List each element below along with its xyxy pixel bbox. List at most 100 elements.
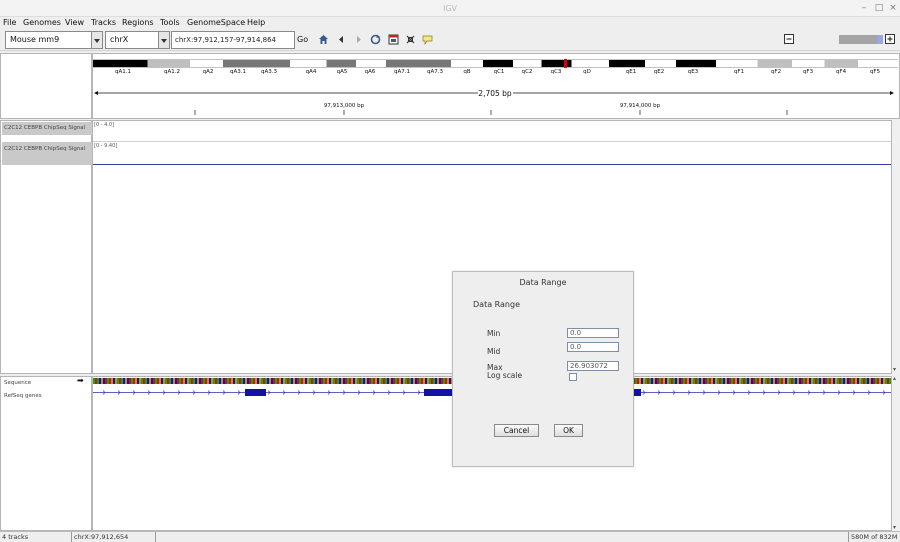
status-message xyxy=(156,532,849,542)
ideogram-band[interactable] xyxy=(93,60,148,67)
ideogram-band-label: qA1.2 xyxy=(164,69,180,75)
track-name[interactable]: C2C12 CEBPB ChipSeq Signal xyxy=(2,142,92,165)
ideogram-band[interactable] xyxy=(451,60,483,67)
header-name-panel xyxy=(0,53,92,119)
go-button[interactable]: Go xyxy=(297,35,308,44)
data-range-dialog: Data Range Data Range Min 0.0 Mid 0.0 Ma… xyxy=(452,271,634,467)
resize-window-icon[interactable] xyxy=(388,34,399,45)
menu-genomes[interactable]: Genomes xyxy=(23,18,61,27)
min-input[interactable]: 0.0 xyxy=(567,328,619,338)
toolbar: Mouse mm9 chrX chrX:97,912,157-97,914,86… xyxy=(0,29,900,51)
log-scale-label: Log scale xyxy=(487,371,523,380)
ideogram-band[interactable] xyxy=(676,60,716,67)
ideogram-band[interactable] xyxy=(483,60,513,67)
ideogram-band-label: qA7.3 xyxy=(427,69,444,75)
gene-exon[interactable] xyxy=(245,389,266,396)
ok-button[interactable]: OK xyxy=(554,424,583,437)
ideogram-and-ruler[interactable]: qA1.1 qA1.2 qA2 qA3.1 qA3.3 qA4 qA5 qA6 qA7.1 qA7… xyxy=(93,54,899,118)
mid-label: Mid xyxy=(487,347,501,356)
chromosome-select[interactable]: chrX xyxy=(105,31,170,49)
ideogram-band[interactable] xyxy=(716,60,758,67)
menu-tools[interactable]: Tools xyxy=(160,18,180,27)
dialog-title: Data Range xyxy=(519,278,567,287)
strand-arrow-icon[interactable]: ➡ xyxy=(77,376,84,385)
status-bar: 4 tracks chrX:97,912,654 580M of 832M xyxy=(0,531,900,542)
chevron-down-icon[interactable] xyxy=(158,31,170,49)
genome-select-value: Mouse mm9 xyxy=(10,35,60,44)
ideogram-band-label: qB xyxy=(463,69,470,75)
gene-exon[interactable] xyxy=(424,389,454,396)
ideogram-band-label: qF4 xyxy=(836,69,847,75)
ideogram-band[interactable] xyxy=(253,60,291,67)
menu-tracks[interactable]: Tracks xyxy=(91,18,116,27)
ideogram-band[interactable] xyxy=(571,60,610,67)
current-region-marker xyxy=(564,59,567,68)
ideogram-band-label: qA5 xyxy=(337,69,348,75)
ideogram-band[interactable] xyxy=(356,60,386,67)
menu-file[interactable]: File xyxy=(3,18,16,27)
ideogram-band[interactable] xyxy=(645,60,676,67)
refresh-icon[interactable] xyxy=(370,34,381,45)
chevron-down-icon[interactable] xyxy=(91,31,103,49)
log-scale-checkbox[interactable] xyxy=(569,373,577,381)
memory-usage: 580M of 832M xyxy=(851,533,898,541)
ideogram-band-label: qA2 xyxy=(203,69,214,75)
genome-select[interactable]: Mouse mm9 xyxy=(5,31,103,49)
home-icon[interactable] xyxy=(318,34,329,45)
window-title: IGV xyxy=(442,4,458,13)
ideogram-band[interactable] xyxy=(290,60,327,67)
ideogram-band-label: qC3 xyxy=(551,69,562,75)
back-arrow-icon[interactable] xyxy=(336,34,347,45)
scroll-up-icon[interactable]: ▴ xyxy=(893,375,896,382)
ideogram-band[interactable] xyxy=(609,60,645,67)
menu-regions[interactable]: Regions xyxy=(122,18,154,27)
ideogram-band-label: qA7.1 xyxy=(394,69,410,75)
mid-input[interactable]: 0.0 xyxy=(567,342,619,352)
ideogram-band-label: qA6 xyxy=(365,69,376,75)
max-input[interactable]: 26.903072 xyxy=(567,361,619,371)
ideogram-band-label: qC1 xyxy=(494,69,505,75)
ideogram-band-label: qE1 xyxy=(626,69,636,75)
locus-input[interactable]: chrX:97,912,157-97,914,864 xyxy=(171,31,295,49)
popup-info-icon[interactable] xyxy=(422,34,433,45)
ideogram-band[interactable] xyxy=(147,60,191,67)
ideogram-band[interactable] xyxy=(858,60,899,67)
data-panel-scrollbar[interactable]: ▾ xyxy=(892,120,900,374)
scroll-down-icon[interactable]: ▾ xyxy=(893,366,896,373)
scroll-down-icon[interactable]: ▾ xyxy=(893,524,896,531)
ruler-tick-label: 97,914,000 bp xyxy=(620,103,661,109)
ideogram-band[interactable] xyxy=(513,60,542,67)
ideogram-band[interactable] xyxy=(792,60,825,67)
ideogram-band-label: qF3 xyxy=(803,69,814,75)
cancel-button[interactable]: Cancel xyxy=(494,424,539,437)
menu-help[interactable]: Help xyxy=(247,18,265,27)
ideogram-band[interactable] xyxy=(824,60,859,67)
ideogram-band-label: qA1.1 xyxy=(115,69,131,75)
menu-genomespace[interactable]: GenomeSpace xyxy=(187,18,245,27)
cursor-position: chrX:97,912,654 xyxy=(72,532,156,542)
ideogram-band[interactable] xyxy=(757,60,793,67)
menu-view[interactable]: View xyxy=(65,18,84,27)
ideogram-band[interactable] xyxy=(223,60,254,67)
ideogram-band[interactable] xyxy=(326,60,357,67)
ideogram-band[interactable] xyxy=(190,60,223,67)
header-panel: qA1.1 qA1.2 qA2 qA3.1 qA3.3 qA4 qA5 qA6 qA7.1 qA7… xyxy=(92,53,900,119)
ideogram-band[interactable] xyxy=(386,60,419,67)
forward-arrow-icon[interactable] xyxy=(353,34,364,45)
track-name[interactable]: C2C12 CEBPB ChipSeq Signal xyxy=(2,122,92,135)
ideogram-band[interactable] xyxy=(418,60,452,67)
region-select-icon[interactable] xyxy=(405,34,416,45)
ideogram-band-label: qE3 xyxy=(688,69,699,75)
refseq-track-name[interactable]: RefSeq genes xyxy=(2,391,92,401)
feature-panel-scrollbar[interactable]: ▴ ▾ xyxy=(892,375,900,531)
minimize-button[interactable]: – xyxy=(858,2,870,14)
track-data-range: [0 - 4.0] xyxy=(94,122,115,128)
igv-window: IGV – □ × File Genomes View Tracks Regio… xyxy=(0,0,900,542)
maximize-button[interactable]: □ xyxy=(873,2,885,14)
track-divider xyxy=(93,141,891,142)
zoom-slider[interactable] xyxy=(784,34,896,45)
gene-exon[interactable] xyxy=(633,389,641,396)
track-data-range: [0 - 9.40] xyxy=(94,143,118,149)
close-button[interactable]: × xyxy=(887,2,899,14)
ideogram-band-label: qF2 xyxy=(771,69,781,75)
